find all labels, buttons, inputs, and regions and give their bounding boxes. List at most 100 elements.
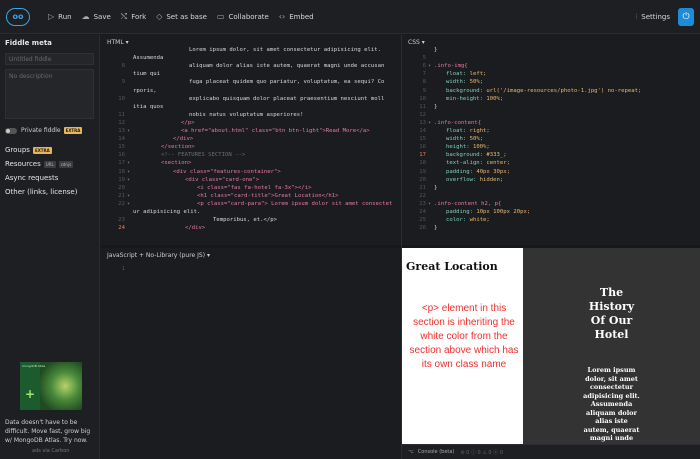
cloud-save-icon: ☁ — [81, 12, 90, 21]
code-line: Assumenda — [133, 55, 164, 62]
line-number: 22 — [118, 200, 125, 207]
sidebar-item-groups[interactable]: Groups EXTRA — [5, 146, 94, 154]
console-counts: ⊘ 0 ⓘ 0 ⚠ 0 ⓧ 0 — [460, 449, 503, 456]
embed-label: Embed — [289, 12, 314, 21]
console-icon: ⌥ — [408, 449, 414, 455]
line-number: 9 — [121, 79, 125, 86]
collaborate-button[interactable]: ▭ Collaborate — [217, 12, 269, 21]
line-number: 10 — [118, 95, 125, 102]
fiddle-description-input[interactable]: No description — [5, 69, 94, 119]
result-right-column: The History Of Our Hotel Lorem ipsum dol… — [523, 248, 700, 444]
console-bar[interactable]: ⌥ Console (beta) ⊘ 0 ⓘ 0 ⚠ 0 ⓧ 0 — [402, 444, 700, 459]
code-line: } — [434, 47, 438, 53]
code-line: rporis, — [133, 87, 157, 94]
code-line: overflow: hidden; — [446, 176, 504, 183]
fork-label: Fork — [131, 12, 147, 21]
code-line: explicabo quisquam dolor placeat praesen… — [189, 95, 385, 102]
console-label[interactable]: Console (beta) — [418, 449, 455, 455]
fold-arrow-icon[interactable]: ▾ — [127, 126, 130, 137]
private-fiddle-toggle[interactable]: Private fiddle EXTRA — [5, 127, 94, 134]
embed-button[interactable]: ‹› Embed — [279, 12, 314, 21]
groups-label: Groups — [5, 146, 30, 154]
code-line: itia quos — [133, 103, 164, 110]
code-line: color: white; — [446, 217, 490, 224]
sliders-icon: ⫶ — [635, 12, 638, 21]
settings-label: Settings — [641, 13, 670, 21]
css-code-editor[interactable]: } 5 6 ▾ .info-img{7 float: left; 8 width: 50%; 9… — [402, 47, 700, 245]
js-editor-panel[interactable]: JavaScript + No-Library (pure JS) ▾ 1 — [101, 248, 401, 459]
play-icon: ▷ — [48, 12, 55, 21]
sidebar-item-async[interactable]: Async requests — [5, 174, 94, 182]
url-tag: URL — [43, 160, 56, 168]
code-line: } — [434, 225, 438, 232]
code-line: tium qui — [133, 71, 160, 78]
sidebar-item-other[interactable]: Other (links, license) — [5, 188, 94, 196]
jsfiddle-logo-icon[interactable]: oo — [6, 7, 30, 26]
fold-arrow-icon[interactable]: ▾ — [428, 199, 431, 210]
line-number: 26 — [419, 225, 426, 232]
fold-arrow-icon[interactable]: ▾ — [127, 199, 130, 210]
power-icon[interactable]: ⏻ — [678, 8, 694, 26]
extra-badge: EXTRA — [63, 127, 83, 134]
tag-icon: ◇ — [156, 12, 163, 21]
code-brackets-icon: ‹› — [278, 12, 286, 21]
private-fiddle-label: Private fiddle — [21, 127, 61, 134]
chat-bubble-icon: ▭ — [216, 12, 225, 21]
fold-arrow-icon[interactable]: ▾ — [127, 175, 130, 186]
code-line: <p class="card-para"> Lorem ipsum dolor … — [197, 200, 393, 207]
fiddle-title-input[interactable]: Untitled fiddle — [5, 53, 94, 65]
code-line: min-height: 100%; — [446, 95, 504, 102]
line-number: 8 — [121, 63, 125, 70]
sidebar-item-resources[interactable]: Resources URL cdnjs — [5, 160, 94, 168]
css-panel-label[interactable]: CSS ▾ — [402, 35, 700, 47]
toggle-switch[interactable] — [5, 127, 17, 134]
code-line: } — [434, 103, 438, 110]
collaborate-label: Collaborate — [228, 12, 269, 21]
fork-button[interactable]: ⤭ Fork — [121, 12, 146, 22]
code-line: aliquam dolor alias iste autem, quaerat … — [189, 63, 385, 70]
fold-arrow-icon[interactable]: ▾ — [428, 61, 431, 72]
ads-via-carbon[interactable]: ads via Carbon — [32, 448, 69, 454]
fold-arrow-icon[interactable]: ▾ — [428, 118, 431, 129]
save-button[interactable]: ☁ Save — [82, 12, 111, 21]
code-line: Temporibus, et.</p> — [213, 217, 277, 224]
set-as-base-label: Set as base — [166, 12, 207, 21]
result-history-paragraph: Lorem ipsum dolor, sit amet consectetur … — [583, 366, 640, 442]
result-red-paragraph: <p> element in this section is inheritin… — [409, 303, 519, 370]
groups-extra-badge: EXTRA — [32, 146, 52, 154]
plus-icon: + — [25, 387, 36, 401]
horizontal-divider-left[interactable] — [101, 245, 401, 248]
html-code-editor[interactable]: Lorem ipsum dolor, sit amet consectetur … — [101, 47, 401, 245]
line-number: 24 — [118, 225, 125, 232]
ad-image[interactable]: mongoDB Atlas + — [20, 362, 82, 410]
set-as-base-button[interactable]: ◇ Set as base — [156, 12, 207, 21]
js-panel-label[interactable]: JavaScript + No-Library (pure JS) ▾ — [101, 248, 401, 260]
css-editor-panel[interactable]: CSS ▾ } 5 6 ▾ .info-img{7 float: left; 8 width:… — [402, 35, 700, 245]
result-card-title: Great Location — [406, 260, 498, 273]
code-line: fuga placeat quidem quo pariatur, volupt… — [189, 79, 385, 86]
code-line: <a href="about.html" class="btn btn-ligh… — [181, 128, 370, 134]
cdnjs-tag: cdnjs — [58, 160, 74, 168]
ad-text[interactable]: Data doesn't have to be difficult. Move … — [5, 418, 97, 445]
html-editor-panel[interactable]: HTML ▾ Lorem ipsum dolor, sit amet conse… — [101, 35, 401, 245]
code-line: } — [434, 184, 438, 191]
ad-brand-text: mongoDB Atlas — [22, 364, 46, 368]
resources-label: Resources — [5, 160, 41, 168]
ad-image-forest — [40, 362, 82, 410]
code-line: nobis natus voluptatum asperiores! — [189, 111, 304, 118]
result-left-column: Great Location <p> element in this secti… — [402, 248, 523, 444]
top-toolbar: oo ▷ Run ☁ Save ⤭ Fork ◇ Set as base ▭ Collab… — [0, 0, 700, 34]
fork-icon: ⤭ — [120, 11, 128, 21]
js-code-editor[interactable]: 1 — [101, 260, 401, 440]
code-line: </div> — [185, 225, 206, 232]
result-history-heading: The History Of Our Hotel — [588, 286, 635, 341]
settings-button[interactable]: ⫶ Settings — [636, 0, 670, 34]
sidebar-title: Fiddle meta — [5, 39, 52, 47]
save-label: Save — [93, 12, 111, 21]
line-number: 1 — [121, 266, 125, 272]
run-button[interactable]: ▷ Run — [48, 12, 72, 21]
run-label: Run — [58, 12, 72, 21]
result-preview[interactable]: Great Location <p> element in this secti… — [402, 248, 700, 444]
code-line: Lorem ipsum dolor, sit amet consectetur … — [189, 47, 381, 53]
code-line: ur adipisicing elit. — [133, 209, 201, 215]
